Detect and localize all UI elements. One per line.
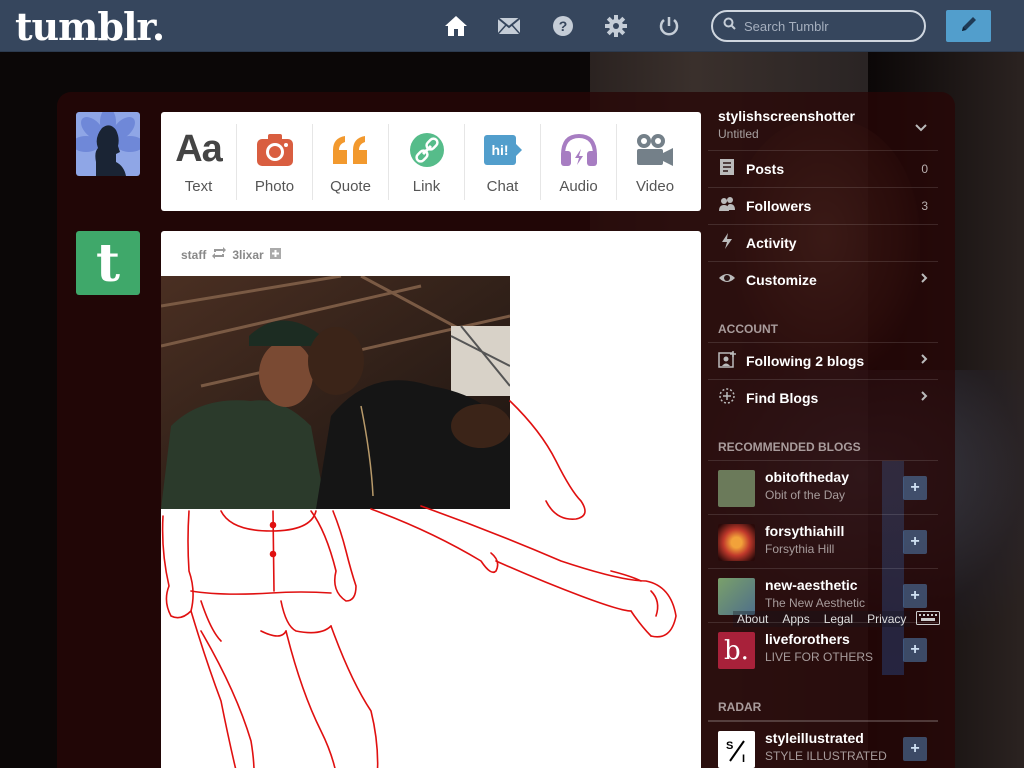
sidebar-item-customize[interactable]: Customize	[708, 261, 938, 298]
blog-thumbnail	[718, 470, 755, 507]
search-box[interactable]	[711, 10, 926, 42]
followers-icon	[718, 195, 736, 218]
blog-name[interactable]: new-aesthetic	[765, 577, 858, 593]
blog-title: Untitled	[718, 127, 759, 141]
blog-thumbnail	[718, 524, 755, 561]
blog-description: Obit of the Day	[765, 488, 846, 502]
tumblr-logo[interactable]: tumblr.	[15, 4, 165, 49]
following-icon	[718, 350, 736, 373]
power-icon[interactable]	[657, 14, 681, 38]
text-icon: Aa	[175, 128, 223, 170]
top-bar: tumblr. ?	[0, 0, 1024, 52]
sidebar-item-activity[interactable]: Activity	[708, 224, 938, 261]
video-icon	[635, 128, 675, 172]
account-section-title: ACCOUNT	[718, 322, 778, 336]
post-card: staff 3lixar	[161, 231, 701, 768]
sidebar-item-label: Posts	[746, 161, 785, 177]
headphones-icon	[559, 128, 599, 172]
sidebar-item-following[interactable]: Following 2 blogs	[708, 342, 938, 379]
blog-name[interactable]: stylishscreenshotter	[718, 108, 855, 124]
svg-text:?: ?	[559, 18, 568, 34]
svg-text:hi!: hi!	[491, 142, 508, 158]
user-avatar[interactable]	[76, 112, 140, 176]
post-type-label: Quote	[330, 177, 371, 195]
blog-description: Forsythia Hill	[765, 542, 835, 556]
link-icon	[409, 128, 445, 172]
post-type-label: Link	[412, 177, 441, 195]
radar-blog[interactable]: SI styleillustrated STYLE ILLUSTRATED +	[708, 720, 938, 768]
follow-button[interactable]: +	[903, 530, 927, 554]
blog-description: STYLE ILLUSTRATED	[765, 749, 887, 763]
compose-button[interactable]	[946, 10, 991, 42]
sidebar-item-label: Customize	[746, 272, 817, 288]
post-type-label: Video	[635, 177, 675, 195]
post-type-audio[interactable]: Audio	[541, 123, 617, 200]
svg-text:S: S	[726, 740, 733, 752]
sidebar-item-label: Following 2 blogs	[746, 353, 865, 369]
blog-name[interactable]: styleillustrated	[765, 730, 864, 746]
chevron-right-icon	[920, 389, 928, 407]
sidebar-item-label: Find Blogs	[746, 390, 819, 406]
chevron-right-icon	[920, 352, 928, 370]
sidebar-item-posts[interactable]: Posts 0	[708, 150, 938, 187]
blog-description: LIVE FOR OTHERS	[765, 650, 874, 664]
sidebar-item-count: 3	[921, 199, 928, 213]
lightning-icon	[718, 232, 736, 255]
svg-text:I: I	[742, 753, 745, 765]
search-icon	[723, 17, 736, 35]
find-icon	[718, 387, 736, 410]
posts-icon	[718, 158, 736, 181]
blog-name[interactable]: forsythiahill	[765, 523, 844, 539]
post-type-text[interactable]: Aa Text	[161, 123, 237, 200]
blog-name[interactable]: liveforothers	[765, 631, 850, 647]
post-type-label: Photo	[254, 177, 295, 195]
red-line-drawing	[161, 400, 677, 768]
recommended-blog[interactable]: forsythiahill Forsythia Hill +	[708, 514, 938, 568]
mail-icon[interactable]	[497, 14, 521, 38]
quote-icon	[331, 128, 371, 172]
sidebar-item-label: Activity	[746, 235, 797, 251]
post-type-link[interactable]: Link	[389, 123, 465, 200]
post-type-label: Text	[184, 177, 213, 195]
recommended-blog[interactable]: obitoftheday Obit of the Day +	[708, 460, 938, 514]
sidebar-item-find-blogs[interactable]: Find Blogs	[708, 379, 938, 416]
pencil-icon	[959, 14, 979, 39]
staff-avatar[interactable]: t	[76, 231, 140, 295]
chevron-down-icon[interactable]	[914, 120, 928, 138]
post-type-chat[interactable]: hi! Chat	[465, 123, 541, 200]
post-type-bar: Aa Text Photo Quote Link hi! Chat Audio V…	[161, 112, 701, 211]
radar-section-title: RADAR	[718, 700, 762, 714]
follow-button[interactable]: +	[903, 737, 927, 761]
camera-icon	[256, 128, 294, 172]
home-icon[interactable]	[444, 14, 468, 38]
follow-button[interactable]: +	[903, 638, 927, 662]
post-type-label: Audio	[559, 177, 598, 195]
follow-button[interactable]: +	[903, 584, 927, 608]
sidebar-item-count: 0	[921, 162, 928, 176]
search-input[interactable]	[744, 18, 914, 34]
sidebar-item-label: Followers	[746, 198, 812, 214]
gear-icon[interactable]	[604, 14, 628, 38]
follow-button[interactable]: +	[903, 476, 927, 500]
chevron-right-icon	[920, 271, 928, 289]
blog-thumbnail	[718, 578, 755, 615]
blog-name[interactable]: obitoftheday	[765, 469, 849, 485]
blog-thumbnail: b.	[718, 632, 755, 669]
chat-icon: hi!	[483, 128, 523, 172]
help-icon[interactable]: ?	[551, 14, 575, 38]
post-type-video[interactable]: Video	[617, 124, 693, 200]
blog-description: The New Aesthetic	[765, 596, 866, 610]
recommended-blog[interactable]: b. liveforothers LIVE FOR OTHERS +	[708, 622, 938, 676]
post-type-quote[interactable]: Quote	[313, 123, 389, 200]
recommended-section-title: RECOMMENDED BLOGS	[718, 440, 861, 454]
eye-icon	[718, 269, 736, 292]
post-type-photo[interactable]: Photo	[237, 123, 313, 200]
blog-thumbnail: SI	[718, 731, 755, 768]
post-type-label: Chat	[486, 177, 519, 195]
sidebar-item-followers[interactable]: Followers 3	[708, 187, 938, 224]
